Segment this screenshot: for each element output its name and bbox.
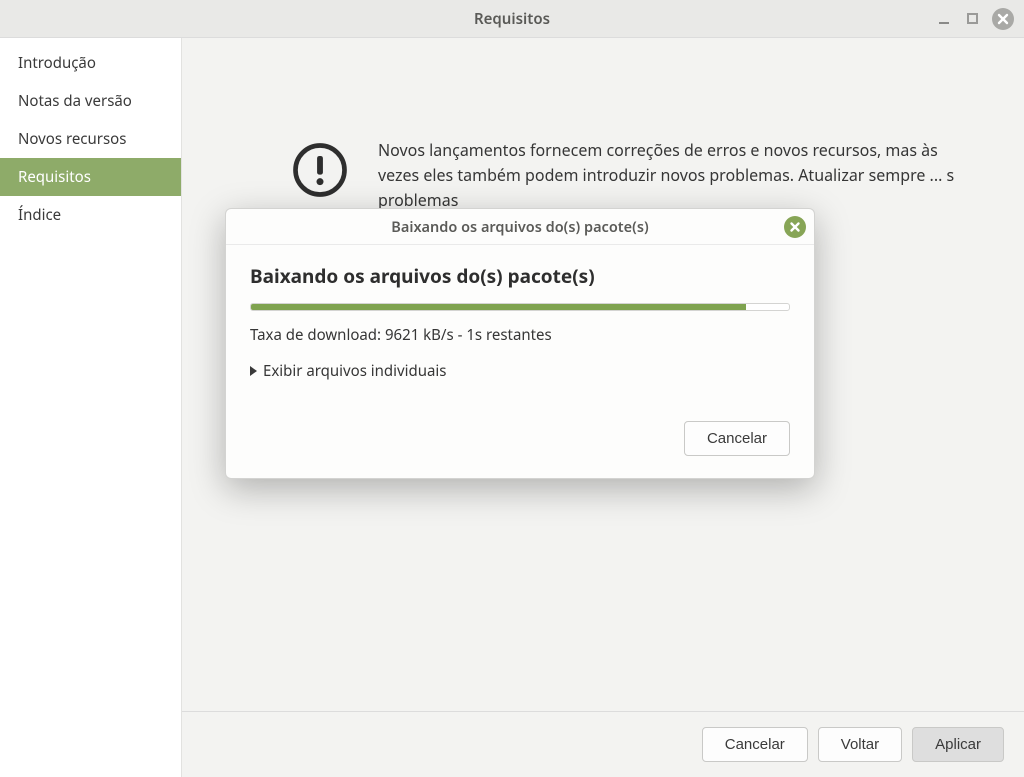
sidebar-item-indice[interactable]: Índice	[0, 196, 181, 234]
dialog-close-icon[interactable]	[784, 216, 806, 238]
maximize-icon[interactable]	[967, 13, 978, 24]
back-button[interactable]: Voltar	[818, 727, 902, 762]
body-area: Introdução Notas da versão Novos recurso…	[0, 38, 1024, 777]
warning-icon	[292, 138, 348, 212]
dialog-heading: Baixando os arquivos do(s) pacote(s)	[250, 263, 790, 289]
expand-files-toggle[interactable]: Exibir arquivos individuais	[250, 359, 790, 391]
apply-button[interactable]: Aplicar	[912, 727, 1004, 762]
dialog-titlebar: Baixando os arquivos do(s) pacote(s)	[226, 209, 814, 245]
close-icon[interactable]	[992, 8, 1014, 30]
sidebar-item-requisitos[interactable]: Requisitos	[0, 158, 181, 196]
minimize-icon[interactable]	[939, 12, 953, 26]
sidebar-item-notas[interactable]: Notas da versão	[0, 82, 181, 120]
progress-bar	[250, 303, 790, 311]
dialog-title: Baixando os arquivos do(s) pacote(s)	[391, 217, 648, 237]
progress-fill	[251, 304, 746, 310]
triangle-right-icon	[250, 366, 257, 376]
download-dialog: Baixando os arquivos do(s) pacote(s) Bai…	[225, 208, 815, 479]
info-row: Novos lançamentos fornecem correções de …	[222, 98, 984, 212]
footer: Cancelar Voltar Aplicar	[182, 711, 1024, 777]
sidebar-item-introducao[interactable]: Introdução	[0, 44, 181, 82]
info-text: Novos lançamentos fornecem correções de …	[378, 138, 984, 212]
expander-label: Exibir arquivos individuais	[263, 361, 446, 381]
window-title: Requisitos	[474, 9, 550, 29]
cancel-button[interactable]: Cancelar	[702, 727, 808, 762]
titlebar: Requisitos	[0, 0, 1024, 38]
download-status: Taxa de download: 9621 kB/s - 1s restant…	[250, 325, 790, 345]
dialog-cancel-button[interactable]: Cancelar	[684, 421, 790, 456]
dialog-body: Baixando os arquivos do(s) pacote(s) Tax…	[226, 245, 814, 401]
dialog-footer: Cancelar	[226, 401, 814, 478]
sidebar-item-novos-recursos[interactable]: Novos recursos	[0, 120, 181, 158]
main-window: Requisitos Introdução Notas da versão No…	[0, 0, 1024, 777]
sidebar: Introdução Notas da versão Novos recurso…	[0, 38, 182, 777]
window-controls	[939, 8, 1014, 30]
